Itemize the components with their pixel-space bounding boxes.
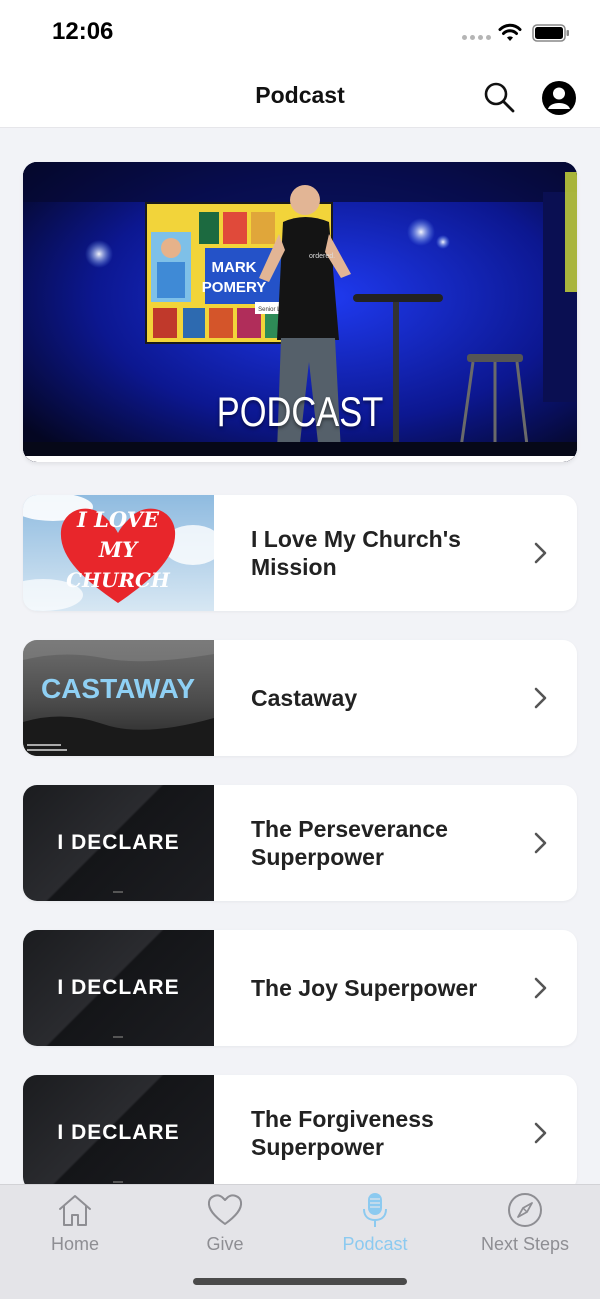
chevron-right-icon bbox=[534, 1122, 547, 1144]
tab-give[interactable]: Give bbox=[150, 1185, 300, 1265]
hero-divider bbox=[23, 456, 577, 462]
chevron-right-icon bbox=[534, 687, 547, 709]
podcast-item-title: The Joy Superpower bbox=[251, 975, 478, 1001]
tab-next-steps[interactable]: Next Steps bbox=[450, 1185, 600, 1265]
status-bar: 12:06 bbox=[0, 0, 600, 62]
podcast-item[interactable]: I DECLARE The Perseverance Superpower bbox=[23, 785, 577, 901]
microphone-icon bbox=[363, 1193, 387, 1227]
thumbnail-i-declare: I DECLARE bbox=[23, 930, 214, 1046]
tab-home[interactable]: Home bbox=[0, 1185, 150, 1265]
tab-label: Next Steps bbox=[480, 1234, 570, 1254]
thumb-footnote bbox=[113, 1036, 123, 1038]
home-indicator[interactable] bbox=[193, 1278, 407, 1285]
podcast-hero-banner[interactable]: MARK POMERY Senior Leader ordered. PODCA… bbox=[23, 162, 577, 462]
thumbnail-i-declare: I DECLARE bbox=[23, 1075, 214, 1184]
heart-icon bbox=[207, 1194, 243, 1225]
chevron-right-icon bbox=[534, 832, 547, 854]
thumb-text: CASTAWAY bbox=[41, 673, 195, 704]
thumbnail-castaway: CASTAWAY bbox=[23, 640, 214, 756]
podcast-item-title: The Perseverance Superpower bbox=[251, 816, 448, 870]
wifi-icon bbox=[498, 23, 522, 41]
thumb-text: I DECLARE bbox=[57, 1121, 180, 1144]
tab-podcast[interactable]: Podcast bbox=[300, 1185, 450, 1265]
search-icon[interactable] bbox=[482, 80, 516, 114]
chevron-right-icon bbox=[534, 977, 547, 999]
podcast-item[interactable]: I DECLARE The Forgiveness Superpower bbox=[23, 1075, 577, 1184]
thumb-text: I DECLARE bbox=[57, 831, 180, 854]
slide-name-line2: POMERY bbox=[202, 279, 266, 296]
navigation-bar: Podcast bbox=[0, 62, 600, 128]
thumb-footnote bbox=[113, 891, 123, 893]
chevron-right-icon bbox=[534, 542, 547, 564]
profile-icon[interactable] bbox=[541, 80, 577, 116]
podcast-content: MARK POMERY Senior Leader ordered. PODCA… bbox=[0, 128, 600, 1184]
tab-label: Home bbox=[50, 1234, 99, 1254]
podcast-item[interactable]: CASTAWAY Castaway bbox=[23, 640, 577, 756]
podcast-item[interactable]: I LOVE MY CHURCH I Love My Church's Miss… bbox=[23, 495, 577, 611]
home-icon bbox=[59, 1195, 91, 1226]
cellular-signal-icon bbox=[462, 35, 491, 40]
status-time: 12:06 bbox=[52, 18, 114, 45]
thumbnail-i-declare: I DECLARE bbox=[23, 785, 214, 901]
podcast-item[interactable]: I DECLARE The Joy Superpower bbox=[23, 930, 577, 1046]
svg-text:ordered.: ordered. bbox=[309, 253, 335, 260]
thumb-text-line2: MY bbox=[98, 537, 139, 562]
thumb-text-line3: CHURCH bbox=[66, 568, 171, 592]
podcast-item-title: I Love My Church's Mission bbox=[251, 526, 461, 580]
thumb-footnote bbox=[113, 1181, 123, 1183]
battery-icon bbox=[532, 24, 569, 42]
thumb-text-line1: I LOVE bbox=[76, 507, 160, 532]
tab-label: Give bbox=[206, 1234, 244, 1254]
podcast-item-title: The Forgiveness Superpower bbox=[251, 1106, 434, 1160]
slide-name-line1: MARK bbox=[212, 259, 257, 276]
tab-label: Podcast bbox=[342, 1234, 408, 1254]
thumb-text: I DECLARE bbox=[57, 976, 180, 999]
thumbnail-i-love-my-church: I LOVE MY CHURCH bbox=[23, 495, 214, 611]
podcast-item-title: Castaway bbox=[251, 685, 358, 711]
hero-label: PODCAST bbox=[216, 388, 384, 435]
compass-icon bbox=[508, 1193, 542, 1227]
